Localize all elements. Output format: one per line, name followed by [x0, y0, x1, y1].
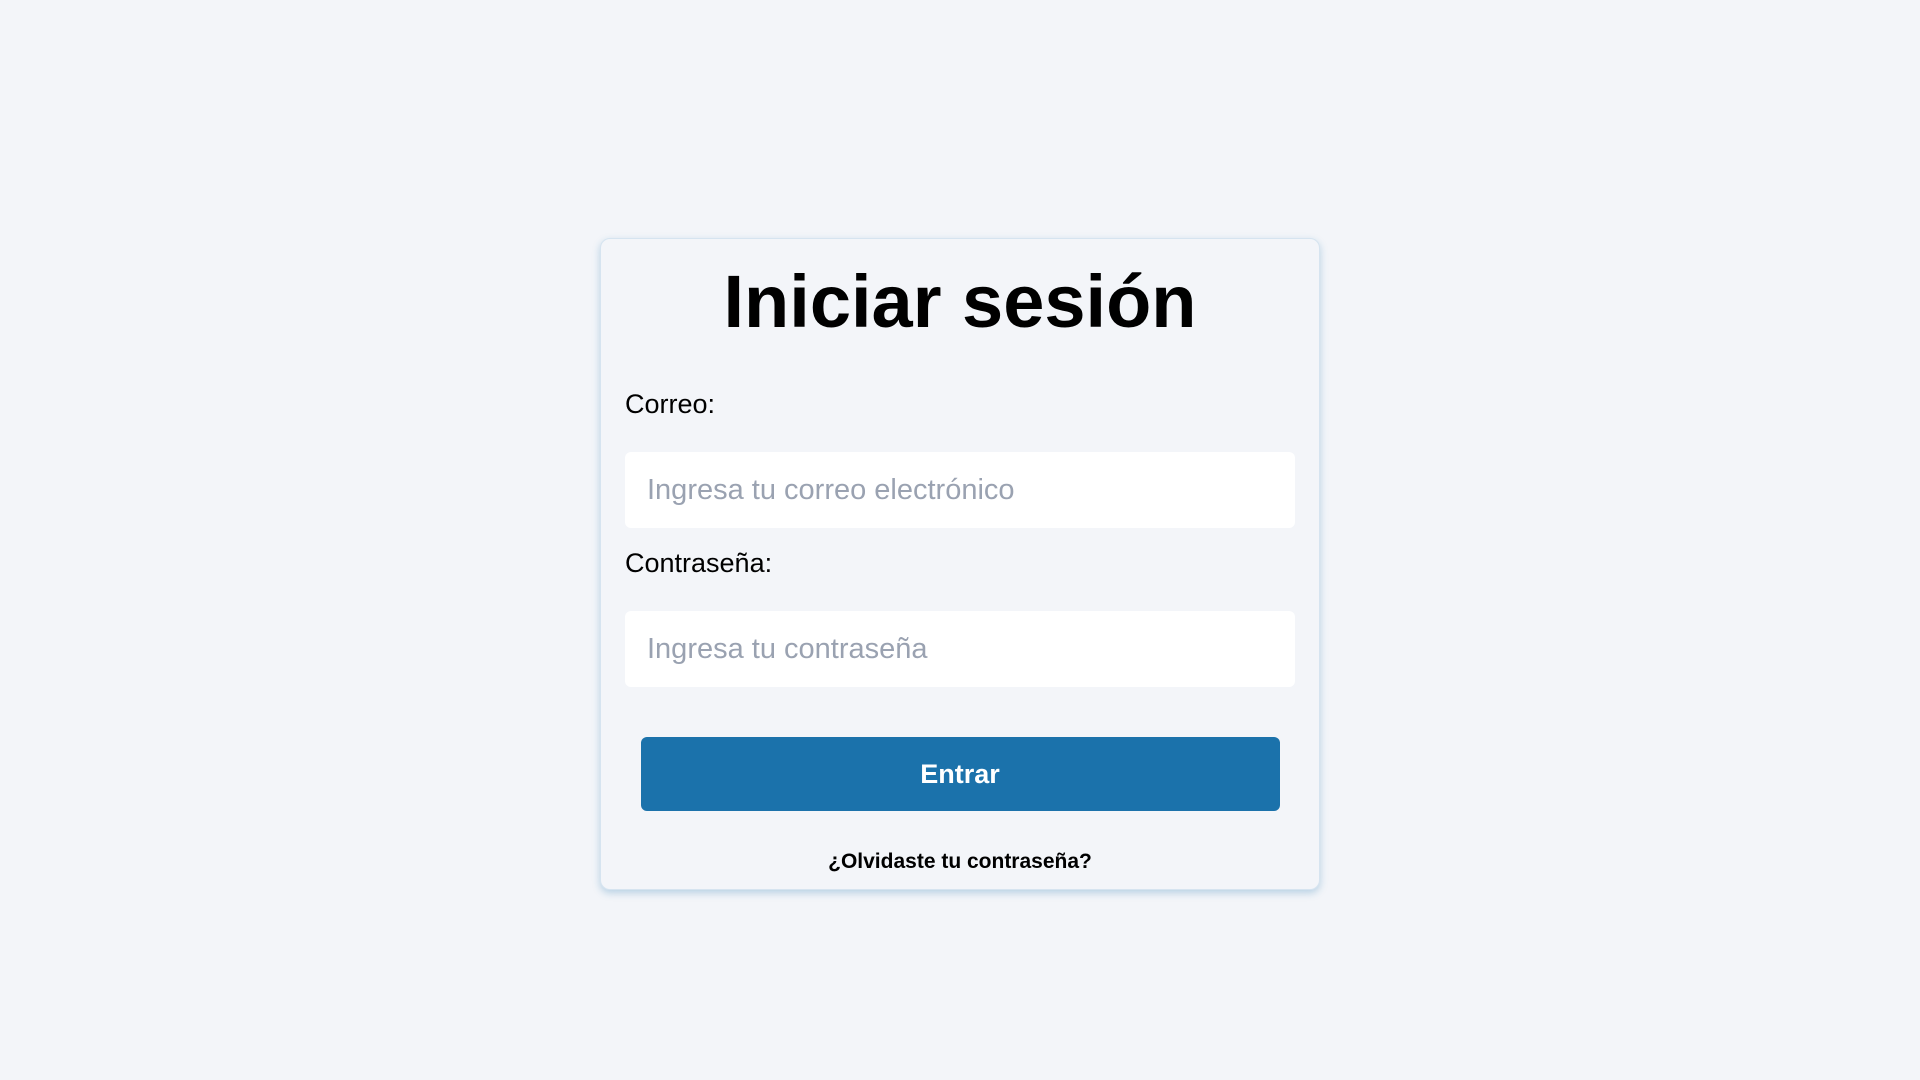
password-label: Contraseña: [625, 548, 773, 578]
email-label: Correo: [625, 389, 716, 419]
page-title: Iniciar sesión [723, 260, 1197, 343]
email-field[interactable] [625, 452, 1295, 528]
login-card: Iniciar sesión Correo: Contraseña: Entra… [600, 238, 1320, 890]
password-field[interactable] [625, 611, 1295, 687]
submit-button[interactable]: Entrar [640, 737, 1280, 811]
forgot-password-link[interactable]: ¿Olvidaste tu contraseña? [625, 850, 1295, 874]
